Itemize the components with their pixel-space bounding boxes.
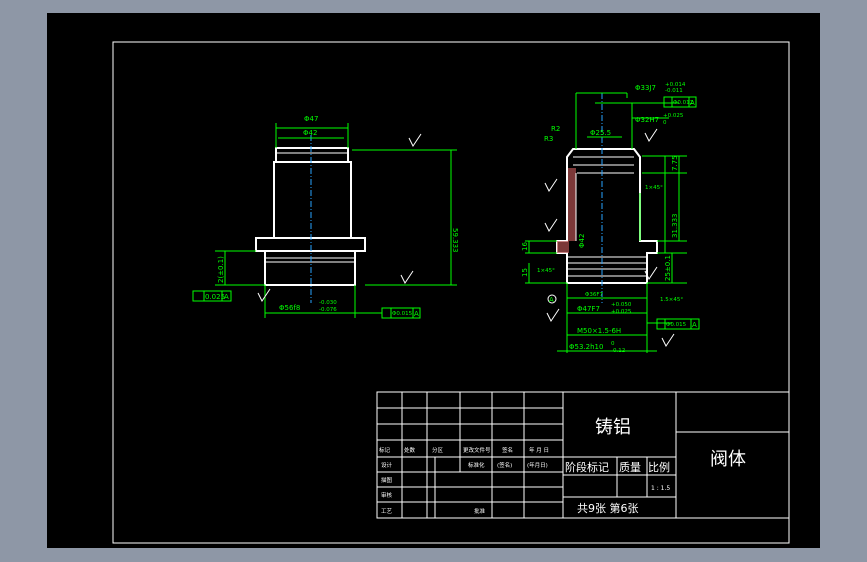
left-dim-outer: Φ47 xyxy=(304,115,318,123)
right-chamfer3: 1×45° xyxy=(537,268,555,274)
tb-drawing: 描图 xyxy=(381,476,393,484)
right-dim-bore2-tol-lower: 0 xyxy=(663,120,667,126)
right-dim-53: Φ53.2h10 xyxy=(569,343,603,351)
left-dim-height: 59.333 xyxy=(451,228,459,253)
left-runout-datum: A xyxy=(224,293,229,301)
tb-date: 年 月 日 xyxy=(529,446,549,454)
tb-process: 工艺 xyxy=(381,508,393,515)
right-position-tol: Φ0.015 xyxy=(666,322,687,328)
sheet-count: 共9张 第6张 xyxy=(577,501,639,515)
left-dim-inner: Φ42 xyxy=(303,129,317,137)
right-dim-top: Φ33J7 xyxy=(635,84,656,92)
part-name: 阀体 xyxy=(710,449,746,470)
left-position-tol: Φ0.015 xyxy=(392,311,413,317)
right-dim-inner: Φ25.5 xyxy=(590,129,611,137)
drawing-canvas: Φ47 Φ42 59.333 2(±0.1) Φ56f8 -0.030 -0.0… xyxy=(47,13,820,548)
scale-label: 比例 xyxy=(648,460,670,474)
tb-count: 处数 xyxy=(404,446,416,454)
left-dim-flange: 2(±0.1) xyxy=(217,256,225,283)
right-datum-circle: A xyxy=(549,296,554,304)
tb-change-doc: 更改文件号 xyxy=(463,446,491,454)
scale-value: 1 : 1.5 xyxy=(651,485,670,492)
right-dim-36: Φ36F7 xyxy=(585,292,603,298)
right-dim-42: Φ42 xyxy=(578,234,586,248)
right-dim-7: 7.75 xyxy=(671,155,679,171)
material-label: 铸铝 xyxy=(595,417,631,438)
right-dim-47-tol-upper: +0.050 xyxy=(611,302,632,308)
tb-sign: 签名 xyxy=(502,446,513,454)
right-dim-16: 16 xyxy=(521,242,529,251)
tb-zone: 分区 xyxy=(432,446,444,454)
left-dim-bore: Φ56f8 xyxy=(279,304,300,312)
tb-review: 审核 xyxy=(381,491,393,499)
tb-standardize: 标准化 xyxy=(468,461,485,469)
right-datum-top: A xyxy=(690,99,695,107)
right-dim-47: Φ47F7 xyxy=(577,305,600,313)
right-radius2: R3 xyxy=(544,135,553,143)
tb-sign2: (签名) xyxy=(497,461,512,469)
cad-drawing: Φ47 Φ42 59.333 2(±0.1) Φ56f8 -0.030 -0.0… xyxy=(112,41,790,544)
left-dim-bore-tol-upper: -0.030 xyxy=(319,300,337,306)
right-dim-bore2: Φ32H7 xyxy=(635,116,659,124)
right-chamfer2: 1.5×45° xyxy=(660,297,683,303)
right-dim-53-tol-lower: -0.12 xyxy=(611,348,625,354)
right-dim-bore2-tol-upper: +0.025 xyxy=(663,113,684,119)
right-dim-47-tol-lower: +0.025 xyxy=(611,309,632,315)
right-dim-top-tol-lower: -0.011 xyxy=(665,88,683,94)
right-thread: M50×1.5-6H xyxy=(577,327,621,335)
left-part-view xyxy=(192,123,457,319)
left-dim-bore-tol-lower: -0.076 xyxy=(319,307,337,313)
right-radius1: R2 xyxy=(551,125,560,133)
tb-mark: 标记 xyxy=(379,446,391,454)
right-dim-31: 31.333 xyxy=(671,214,679,239)
right-chamfer1: 1×45° xyxy=(645,185,663,191)
left-runout: 0.025 xyxy=(205,293,225,301)
left-position-datum: A xyxy=(414,310,419,318)
weight-label: 质量 xyxy=(619,461,641,474)
right-datum-bottom: A xyxy=(692,321,697,329)
tb-date2: (年月日) xyxy=(527,461,548,469)
right-dim-53-tol-upper: 0 xyxy=(611,341,615,347)
stage-mark-label: 阶段标记 xyxy=(565,460,609,474)
tb-design: 设计 xyxy=(381,461,393,469)
tb-approve: 批准 xyxy=(474,507,486,515)
right-dim-15: 15 xyxy=(521,268,529,277)
right-dim-25: 25±0.1 xyxy=(664,255,672,281)
